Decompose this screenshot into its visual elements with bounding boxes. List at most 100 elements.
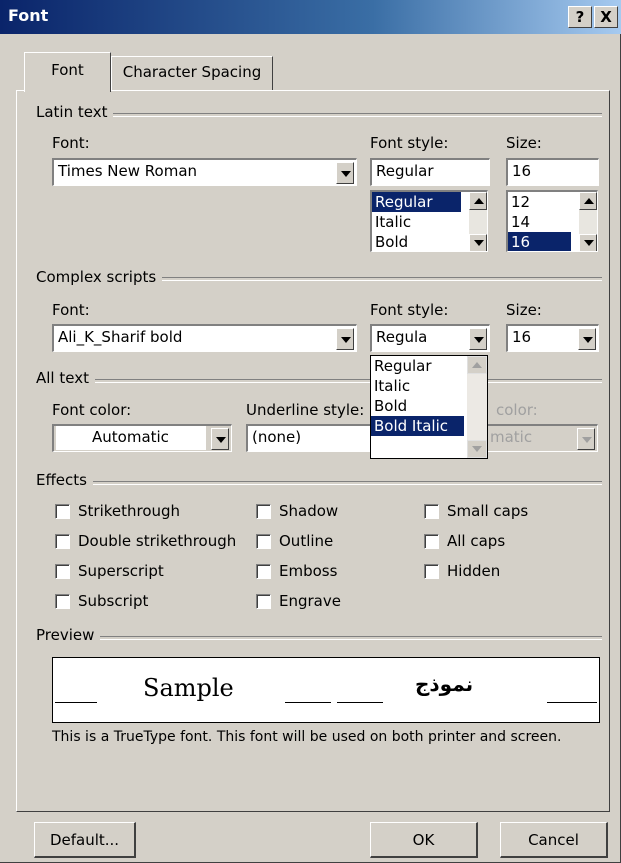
preview-rule [285,702,331,703]
shadow-label: Shadow [279,502,339,520]
shadow-checkbox[interactable] [256,504,271,519]
superscript-checkbox[interactable] [55,564,70,579]
chevron-down-icon [472,446,482,452]
alltext-group-line [36,379,602,383]
subscript-label: Subscript [78,592,149,610]
dropdown-option[interactable]: Italic [371,376,464,396]
effects-group-label: Effects [36,471,93,489]
close-button[interactable]: X [594,6,618,28]
latin-style-input[interactable]: Regular [370,158,490,186]
latin-style-value: Regular [376,162,434,180]
superscript-label: Superscript [78,562,164,580]
dropdown-option[interactable]: Bold Italic [371,416,464,436]
preview-rule [55,702,97,703]
tab-font[interactable]: Font [24,52,111,92]
font-dialog: Font ? X Font Character Spacing Latin te… [0,0,621,863]
preview-group-label: Preview [36,626,101,644]
latin-group-label: Latin text [36,103,114,121]
chevron-up-icon [474,198,484,204]
double-strikethrough-checkbox[interactable] [55,534,70,549]
help-button[interactable]: ? [568,6,592,28]
small-caps-label: Small caps [447,502,529,520]
underline-color-combo: matic [484,424,598,452]
latin-size-input[interactable]: 16 [506,158,599,186]
latin-size-scrollbar[interactable] [579,192,597,251]
window-title: Font [8,6,49,25]
complex-style-dropdown-button[interactable] [469,328,487,350]
scroll-down-button[interactable] [467,440,487,458]
scroll-down-button[interactable] [579,234,597,251]
complex-font-value: Ali_K_Sharif bold [58,328,183,346]
chevron-up-icon [584,198,594,204]
complex-size-dropdown-button[interactable] [578,328,596,350]
chevron-down-icon [584,240,594,246]
underline-style-label: Underline style: [246,401,365,419]
dropdown-option[interactable]: Regular [371,356,464,376]
complex-size-combo[interactable]: 16 [506,324,599,352]
hidden-checkbox[interactable] [424,564,439,579]
latin-group-line [36,113,602,117]
effects-group-line [36,481,602,485]
hidden-label: Hidden [447,562,501,580]
dropdown-option[interactable]: Bold [371,396,464,416]
subscript-checkbox[interactable] [55,594,70,609]
complex-style-combo[interactable]: Regula [370,324,490,352]
complex-font-combo[interactable]: Ali_K_Sharif bold [52,324,357,352]
complex-style-dropdown-list[interactable]: Regular Italic Bold Bold Italic [370,355,488,459]
engrave-label: Engrave [279,592,341,610]
default-button-label: Default... [49,831,120,849]
latin-font-value: Times New Roman [58,162,198,180]
latin-style-option[interactable]: Regular [372,192,461,212]
chevron-down-icon [216,437,226,443]
underline-color-label: color: [496,401,538,419]
small-caps-checkbox[interactable] [424,504,439,519]
cancel-button-label: Cancel [528,831,579,849]
tab-character-spacing[interactable]: Character Spacing [111,56,273,90]
ok-button-label: OK [412,831,435,849]
scroll-down-button[interactable] [469,234,487,251]
latin-size-option[interactable]: 16 [508,232,571,251]
double-strikethrough-label: Double strikethrough [78,532,237,550]
tab-font-label: Font [51,61,84,79]
preview-sample-complex: نموذج [415,672,474,696]
tab-character-spacing-label: Character Spacing [122,63,262,81]
scroll-up-button[interactable] [579,192,597,210]
chevron-down-icon [583,337,593,343]
preview-box: Sample نموذج [52,657,600,723]
strikethrough-checkbox[interactable] [55,504,70,519]
complex-style-value: Regula [376,328,428,346]
latin-size-value: 16 [512,162,532,180]
latin-size-list[interactable]: 12 14 16 [506,190,598,252]
ok-button[interactable]: OK [370,822,478,858]
default-button[interactable]: Default... [34,822,136,858]
latin-style-scrollbar[interactable] [469,192,487,251]
chevron-down-icon [582,437,592,443]
all-caps-checkbox[interactable] [424,534,439,549]
engrave-checkbox[interactable] [256,594,271,609]
preview-sample-latin: Sample [143,674,234,702]
dropdown-scrollbar[interactable] [467,356,487,458]
underline-color-dropdown-button [577,428,595,450]
emboss-checkbox[interactable] [256,564,271,579]
preview-group-line [36,636,602,640]
title-bar: Font ? X [0,0,621,34]
preview-note: This is a TrueType font. This font will … [52,729,562,745]
preview-rule [547,702,597,703]
cancel-button[interactable]: Cancel [500,822,608,858]
preview-rule [337,702,383,703]
latin-style-list[interactable]: Regular Italic Bold [370,190,488,252]
scroll-up-button[interactable] [467,356,487,374]
font-color-value: Automatic [92,428,169,446]
latin-font-combo[interactable]: Times New Roman [52,158,357,186]
complex-size-label: Size: [506,301,542,319]
underline-style-combo[interactable]: (none) [246,424,386,452]
font-color-combo[interactable]: Automatic [52,424,232,452]
latin-font-dropdown-button[interactable] [336,162,354,184]
chevron-down-icon [341,337,351,343]
latin-style-label: Font style: [370,134,449,152]
font-color-dropdown-button[interactable] [211,428,229,450]
complex-font-label: Font: [52,301,90,319]
scroll-up-button[interactable] [469,192,487,210]
complex-font-dropdown-button[interactable] [336,328,354,350]
outline-checkbox[interactable] [256,534,271,549]
